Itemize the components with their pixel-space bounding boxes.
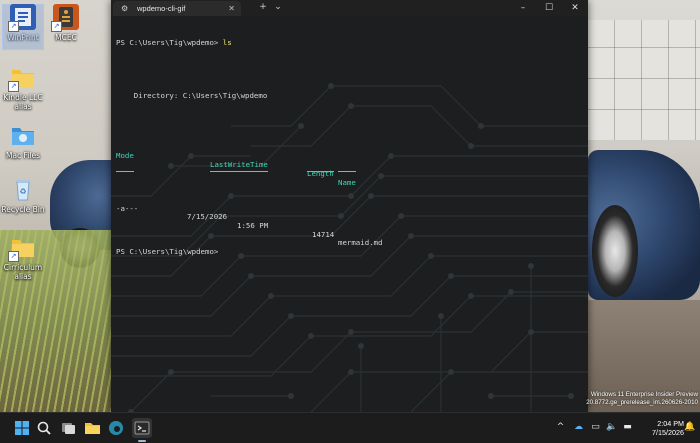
- folder-icon: ↗: [8, 64, 36, 92]
- start-button[interactable]: [12, 418, 32, 438]
- header-name: Name: [338, 177, 356, 187]
- shortcut-arrow-icon: ↗: [8, 251, 19, 262]
- maximize-button[interactable]: ☐: [536, 0, 562, 16]
- prompt: PS C:\Users\Tig\wpdemo>: [116, 38, 223, 48]
- task-view-button[interactable]: [58, 418, 78, 438]
- desktop-icon-mac-files[interactable]: Mac Files: [0, 122, 46, 160]
- winprint-icon: ↗: [8, 4, 36, 32]
- show-hidden-icons-button[interactable]: ^: [555, 422, 566, 433]
- directory-line: Directory: C:\Users\Tig\wpdemo: [116, 90, 268, 100]
- folder-icon: ↗: [8, 234, 36, 262]
- tab-close-button[interactable]: ✕: [228, 4, 235, 13]
- desktop-icon-recycle-bin[interactable]: ♻ Recycle Bin: [0, 176, 46, 214]
- volume-icon[interactable]: 🔈: [606, 422, 617, 433]
- cell-mode: -a---: [116, 203, 139, 213]
- task-view-icon: [62, 423, 75, 434]
- taskbar[interactable]: ^ ☁ ▭ 🔈 ▬ 2:04 PM 7/15/2026 🔔: [0, 412, 700, 443]
- title-bar[interactable]: ⚙ wpdemo-cli-gif ✕ + ⌄ – ☐ ✕: [111, 0, 588, 16]
- desktop-icon-label: MCEC: [55, 33, 77, 42]
- desktop-icon-label: Kindle LLC alias: [3, 93, 43, 111]
- wallpaper-garage-door: [588, 20, 700, 140]
- network-icon[interactable]: ▭: [590, 422, 601, 433]
- recycle-bin-icon: ♻: [10, 176, 36, 202]
- desktop-icon-label: Cirriculum alias: [3, 263, 43, 281]
- tab-wpdemo-cli-gif[interactable]: ⚙ wpdemo-cli-gif ✕: [113, 1, 241, 16]
- settings-gear-icon: ⚙: [121, 4, 129, 13]
- notification-bell-icon[interactable]: 🔔: [684, 422, 695, 433]
- desktop-icon-label: Recycle Bin: [1, 205, 45, 214]
- desktop-icon-cirriculum[interactable]: ↗ Cirriculum alias: [0, 234, 46, 281]
- clock-date: 7/15/2026: [652, 428, 684, 437]
- battery-icon[interactable]: ▬: [622, 422, 633, 433]
- cell-length: 14714: [312, 229, 335, 239]
- edge-button[interactable]: [106, 418, 126, 438]
- desktop-icon-label: Mac Files: [5, 151, 41, 160]
- svg-text:♻: ♻: [19, 187, 26, 196]
- file-explorer-button[interactable]: [82, 418, 102, 438]
- shortcut-arrow-icon: ↗: [8, 81, 19, 92]
- terminal-window[interactable]: ⚙ wpdemo-cli-gif ✕ + ⌄ – ☐ ✕ PS C:\Users…: [111, 0, 588, 412]
- underline: [116, 170, 134, 172]
- terminal-taskbar-button[interactable]: [132, 418, 152, 438]
- underline: [338, 170, 356, 172]
- tab-title: wpdemo-cli-gif: [137, 4, 186, 13]
- prompt-line: PS C:\Users\Tig\wpdemo> ls: [116, 39, 586, 48]
- onedrive-icon[interactable]: ☁: [573, 422, 584, 433]
- listing-header: Mode LastWriteTime Length Name: [116, 144, 586, 187]
- folder-icon: [10, 122, 36, 148]
- wallpaper-wheel-right: [592, 205, 638, 297]
- shortcut-arrow-icon: ↗: [51, 21, 62, 32]
- terminal-content[interactable]: PS C:\Users\Tig\wpdemo> ls Directory: C:…: [111, 16, 588, 412]
- listing-row: -a--- 7/15/2026 1:56 PM 14714 mermaid.md: [116, 196, 586, 247]
- shortcut-arrow-icon: ↗: [8, 21, 19, 32]
- underline: [307, 170, 334, 172]
- header-mode: Mode: [116, 151, 134, 161]
- terminal-icon: [134, 421, 150, 435]
- header-lastwritetime: LastWriteTime: [210, 160, 268, 170]
- clock[interactable]: 2:04 PM 7/15/2026: [652, 419, 684, 437]
- prompt: PS C:\Users\Tig\wpdemo>: [116, 247, 219, 257]
- tab-dropdown-button[interactable]: ⌄: [269, 2, 287, 13]
- insider-preview-watermark: Windows 11 Enterprise Insider Preview 20…: [586, 391, 698, 407]
- desktop-icon-winprint[interactable]: ↗ WinPrint: [0, 4, 46, 50]
- header-underline: [116, 170, 586, 179]
- watermark-line-2: 20.8772.ge_prerelease_im.260626-2010: [586, 399, 698, 406]
- desktop-icon-kindle-llc[interactable]: ↗ Kindle LLC alias: [0, 64, 46, 111]
- watermark-line-1: Windows 11 Enterprise Insider Preview: [590, 391, 698, 398]
- search-icon: [37, 421, 51, 435]
- file-explorer-icon: [85, 423, 100, 434]
- desktop-icon-mcec[interactable]: ↗ MCEC: [43, 4, 89, 42]
- prompt-line: PS C:\Users\Tig\wpdemo>: [116, 247, 586, 257]
- minimize-button[interactable]: –: [510, 0, 536, 16]
- mcec-icon: ↗: [51, 4, 79, 32]
- close-button[interactable]: ✕: [562, 0, 588, 16]
- cell-name: mermaid.md: [338, 238, 383, 248]
- underline: [210, 170, 268, 172]
- edge-icon: [109, 421, 123, 435]
- windows-logo-icon: [15, 421, 29, 435]
- terminal-output[interactable]: PS C:\Users\Tig\wpdemo> ls Directory: C:…: [116, 22, 586, 274]
- search-button[interactable]: [34, 418, 54, 438]
- cell-date: 7/15/2026: [187, 212, 228, 222]
- clock-time: 2:04 PM: [657, 419, 684, 428]
- command-text: ls: [222, 38, 232, 48]
